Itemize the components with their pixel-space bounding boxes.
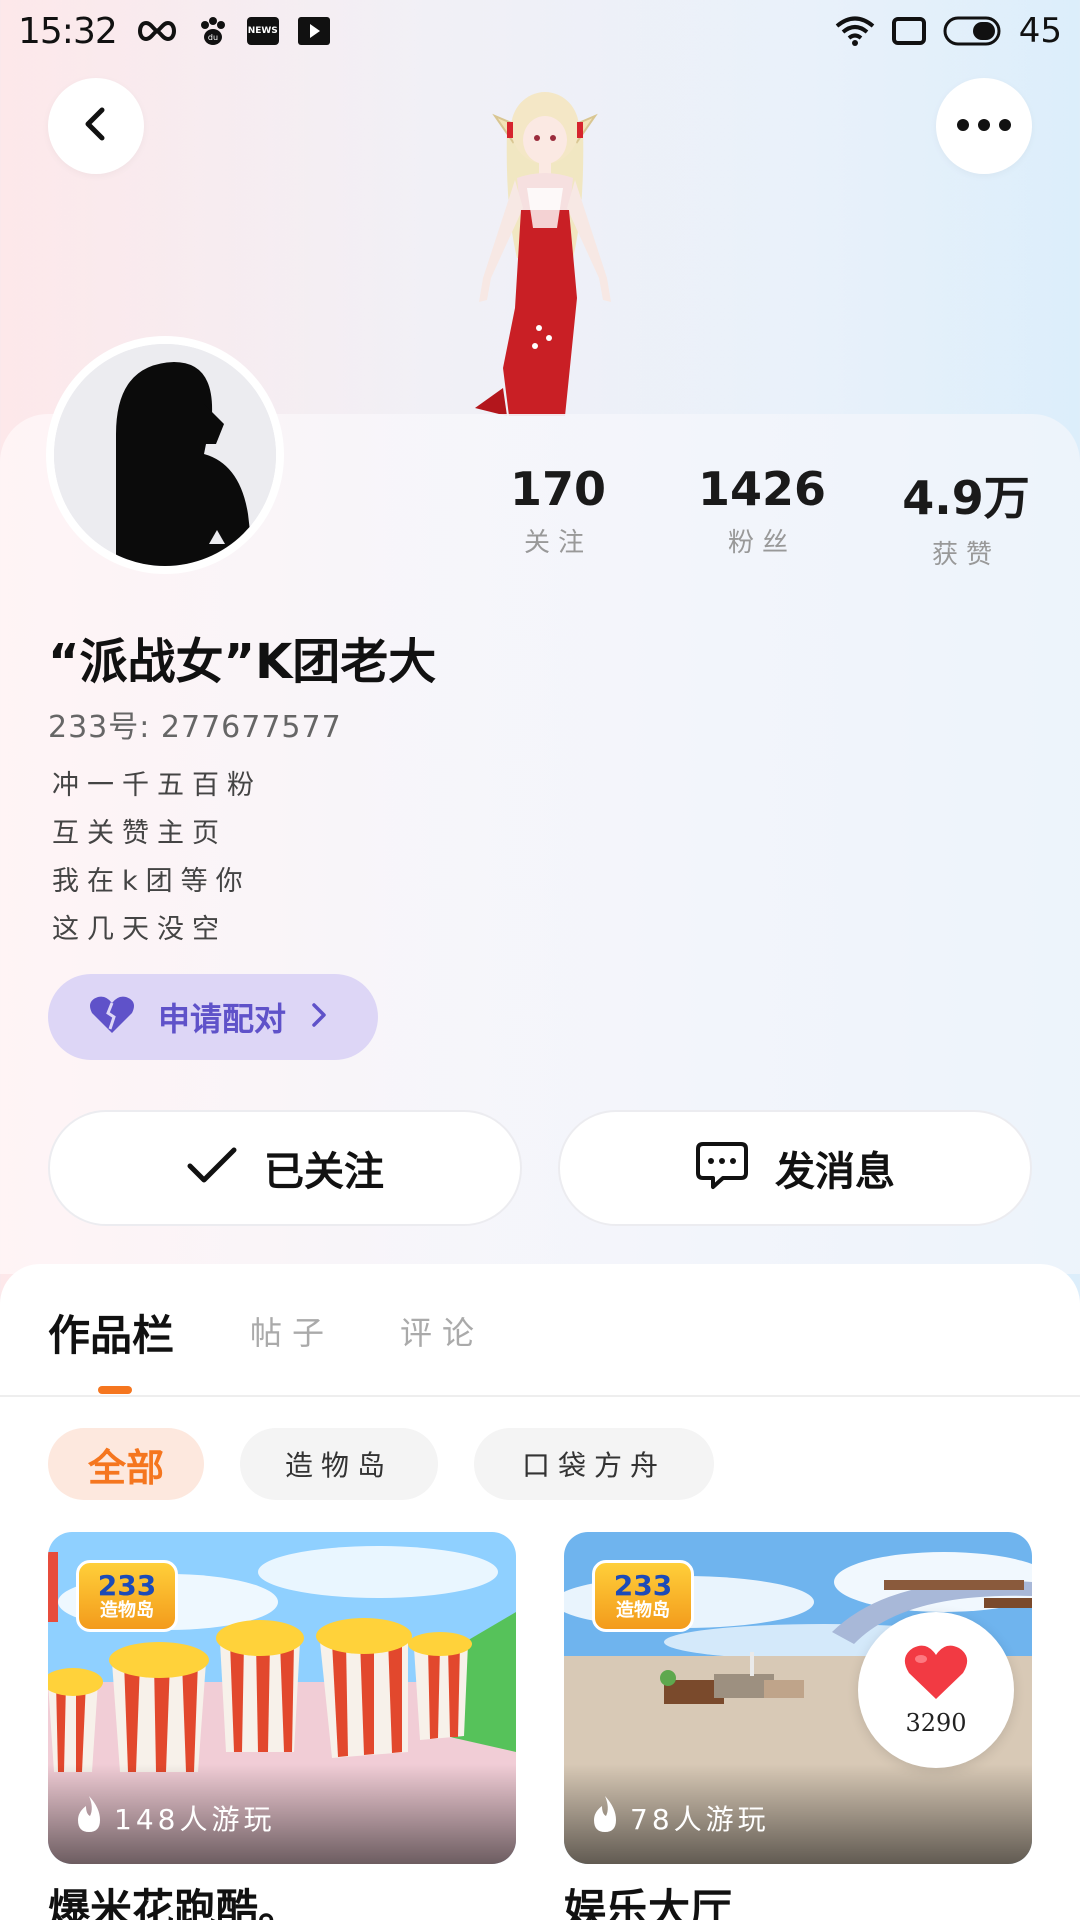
filter-pocket-ark[interactable]: 口袋方舟 (474, 1428, 714, 1500)
chat-bubble-icon (695, 1141, 749, 1195)
user-id: 233号: 277677577 (48, 710, 342, 745)
logo-subtext: 造物岛 (616, 1600, 670, 1621)
tab-posts[interactable]: 帖子 (250, 1308, 334, 1354)
stat-following[interactable]: 170 关注 (468, 462, 648, 559)
checkmark-icon (186, 1146, 238, 1190)
followers-label: 粉丝 (727, 528, 796, 558)
flame-icon (74, 1794, 104, 1838)
bio-line: 互关赞主页 (52, 818, 227, 849)
filter-creation-island[interactable]: 造物岛 (240, 1428, 438, 1500)
creation-island-logo: 233 造物岛 (592, 1560, 694, 1632)
chevron-left-icon (76, 104, 116, 148)
like-button[interactable]: 3290 (858, 1612, 1014, 1768)
apply-pair-button[interactable]: 申请配对 (48, 974, 378, 1060)
player-count: 148人游玩 (114, 1803, 276, 1836)
paw-icon: du (197, 15, 229, 47)
game-title[interactable]: 爆米花跑酷。 (48, 1876, 300, 1920)
status-time: 15:32 (18, 10, 118, 52)
followed-button[interactable]: 已关注 (48, 1110, 522, 1226)
more-dots-icon (956, 117, 1012, 136)
followers-count: 1426 (697, 462, 827, 516)
stat-likes[interactable]: 4.9万 获赞 (876, 462, 1056, 571)
infinity-icon (135, 19, 179, 43)
wifi-icon (835, 15, 875, 47)
followed-label: 已关注 (264, 1149, 384, 1195)
tab-divider (0, 1395, 1080, 1397)
game-stats-overlay: 148人游玩 (48, 1764, 516, 1864)
news-icon: NEWS (246, 17, 279, 45)
battery-level: 45 (1018, 11, 1062, 51)
filter-all[interactable]: 全部 (48, 1428, 204, 1500)
tab-comments[interactable]: 评论 (400, 1308, 484, 1354)
following-label: 关注 (523, 528, 592, 558)
play-icon (297, 16, 331, 46)
broken-heart-icon (88, 995, 136, 1039)
active-tab-indicator (98, 1386, 132, 1394)
status-bar: 15:32 du NEWS 45 (0, 0, 1080, 62)
bio-line: 我在k团等你 (52, 866, 251, 897)
user-bio: 冲一千五百粉 互关赞主页 我在k团等你 这几天没空 (52, 762, 262, 954)
more-options-button[interactable] (936, 78, 1032, 174)
logo-text: 233 (613, 1569, 673, 1602)
back-button[interactable] (48, 78, 144, 174)
game-card[interactable]: 233 造物岛 148人游玩 (48, 1532, 516, 1864)
screen-rotate-icon (891, 16, 927, 46)
logo-text: 233 (97, 1569, 157, 1602)
like-count: 3290 (905, 1709, 967, 1737)
svg-text:du: du (208, 33, 218, 42)
game-title[interactable]: 娱乐大厅 (564, 1876, 732, 1920)
send-message-button[interactable]: 发消息 (558, 1110, 1032, 1226)
apply-pair-label: 申请配对 (158, 1000, 287, 1038)
tab-works[interactable]: 作品栏 (48, 1302, 174, 1363)
bio-line: 这几天没空 (52, 914, 227, 945)
flame-icon (590, 1794, 620, 1838)
following-count: 170 (509, 462, 607, 516)
chevron-right-icon (308, 1000, 330, 1034)
likes-label: 获赞 (931, 540, 1000, 570)
likes-count: 4.9万 (902, 471, 1030, 525)
username: “派战女”K团老大 (48, 634, 437, 690)
avatar[interactable] (46, 336, 284, 574)
bio-line: 冲一千五百粉 (52, 770, 262, 801)
avatar-character-illustration (445, 88, 645, 416)
game-stats-overlay: 78人游玩 (564, 1764, 1032, 1864)
creation-island-logo: 233 造物岛 (76, 1560, 178, 1632)
heart-icon (903, 1643, 969, 1705)
stat-followers[interactable]: 1426 粉丝 (672, 462, 852, 559)
send-message-label: 发消息 (775, 1149, 895, 1195)
player-count: 78人游玩 (630, 1803, 770, 1836)
logo-subtext: 造物岛 (100, 1600, 154, 1621)
battery-icon (943, 16, 1003, 46)
